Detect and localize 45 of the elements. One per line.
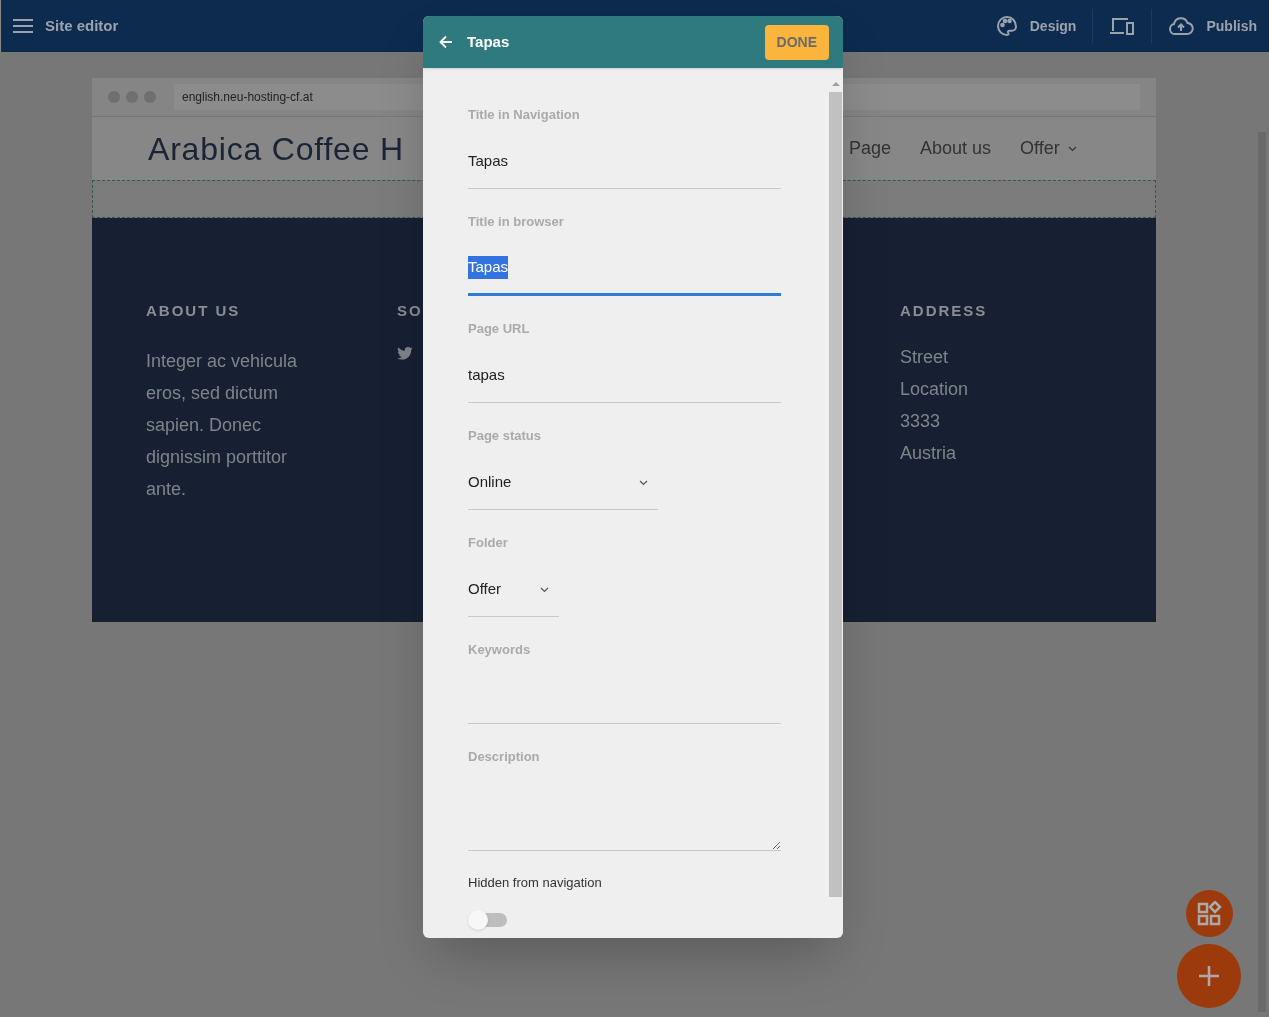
- address-line: Austria: [900, 441, 958, 465]
- field-label: Description: [468, 748, 541, 766]
- done-button[interactable]: DONE: [764, 24, 829, 60]
- devices-icon: [1109, 16, 1136, 36]
- toggle-switch[interactable]: [468, 909, 507, 930]
- back-arrow-icon[interactable]: [439, 35, 453, 49]
- publish-button[interactable]: Publish: [1168, 15, 1257, 37]
- address-line: 3333: [900, 409, 942, 433]
- nav-link[interactable]: About us: [920, 135, 992, 162]
- address-line: Street: [900, 345, 950, 369]
- dialog-title: Tapas: [467, 31, 510, 52]
- editor-title: Site editor: [45, 15, 119, 36]
- nav-link[interactable]: Page: [849, 135, 892, 162]
- nav-link[interactable]: Offer: [1020, 135, 1077, 162]
- footer-heading: ABOUT US: [146, 301, 242, 321]
- footer-heading: ADDRESS: [900, 301, 988, 321]
- twitter-icon[interactable]: [397, 346, 413, 360]
- field-label: Keywords: [468, 641, 532, 659]
- design-button[interactable]: Design: [995, 15, 1077, 37]
- plus-icon: [1198, 965, 1220, 987]
- grid-icon: [1196, 900, 1223, 927]
- field-label: Page status: [468, 427, 542, 445]
- widgets-button[interactable]: [1186, 890, 1233, 937]
- devices-button[interactable]: [1109, 16, 1136, 36]
- address-line: Location: [900, 377, 970, 401]
- palette-icon: [995, 15, 1018, 37]
- scrollbar-thumb[interactable]: [829, 92, 842, 897]
- cloud-upload-icon: [1168, 16, 1195, 36]
- menu-icon[interactable]: [13, 19, 33, 33]
- chevron-down-icon: [540, 586, 549, 593]
- chevron-down-icon: [639, 479, 648, 486]
- dropdown[interactable]: Offer: [468, 571, 559, 617]
- site-title: Arabica Coffee H: [148, 130, 404, 167]
- scroll-up-icon[interactable]: [831, 82, 840, 86]
- dropdown[interactable]: Online: [468, 464, 658, 510]
- text-field[interactable]: tapas: [468, 357, 781, 403]
- field-label: Folder: [468, 534, 509, 552]
- text-field[interactable]: Tapas: [468, 250, 781, 296]
- field-label: Title in Navigation: [468, 106, 581, 124]
- field-label: Page URL: [468, 320, 531, 338]
- field-label: Title in browser: [468, 213, 565, 231]
- toggle-label: Hidden from navigation: [468, 874, 603, 892]
- footer-heading: SO: [397, 301, 424, 321]
- text-field[interactable]: Tapas: [468, 143, 781, 189]
- about-text: Integer ac vehicula eros, sed dictum sapien. Donec dignissim porttitor ante.: [146, 349, 299, 501]
